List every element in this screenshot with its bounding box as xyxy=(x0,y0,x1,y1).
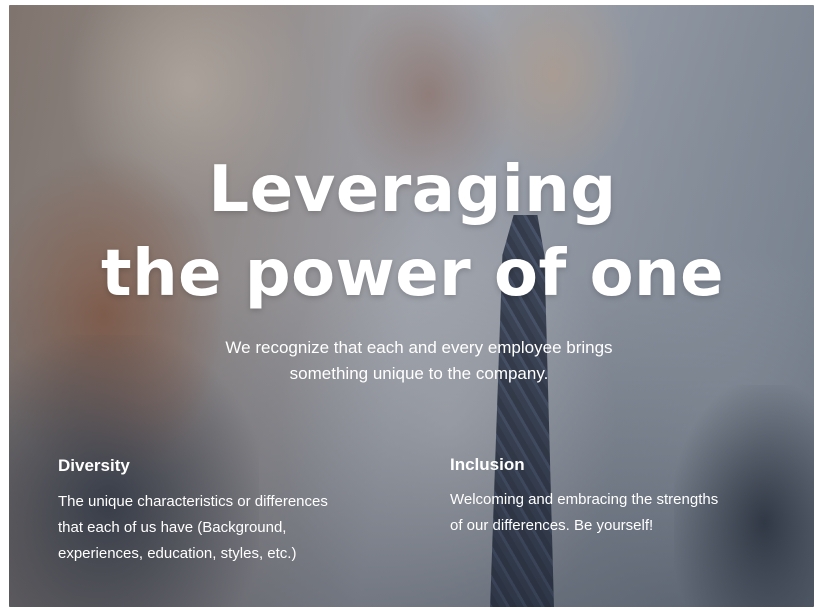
diversity-title: Diversity xyxy=(58,456,130,475)
slide-frame: Leveraging the power of one We recognize… xyxy=(0,0,822,611)
headline-line-1: Leveraging xyxy=(208,153,617,227)
diversity-text-line-2: that each of us have (Background, xyxy=(58,519,287,536)
headline-line-2: the power of one xyxy=(100,237,725,311)
inclusion-text-line-1: Welcoming and embracing the strengths xyxy=(450,491,719,508)
subtitle-line-2: something unique to the company. xyxy=(289,364,549,383)
hero-photo-background: Leveraging the power of one We recognize… xyxy=(9,5,814,607)
diversity-text-line-1: The unique characteristics or difference… xyxy=(58,493,328,510)
subtitle-line-1: We recognize that each and every employe… xyxy=(225,338,613,357)
inclusion-title: Inclusion xyxy=(450,455,525,474)
inclusion-text-line-2: of our differences. Be yourself! xyxy=(450,517,654,534)
diversity-text-line-3: experiences, education, styles, etc.) xyxy=(58,545,297,562)
